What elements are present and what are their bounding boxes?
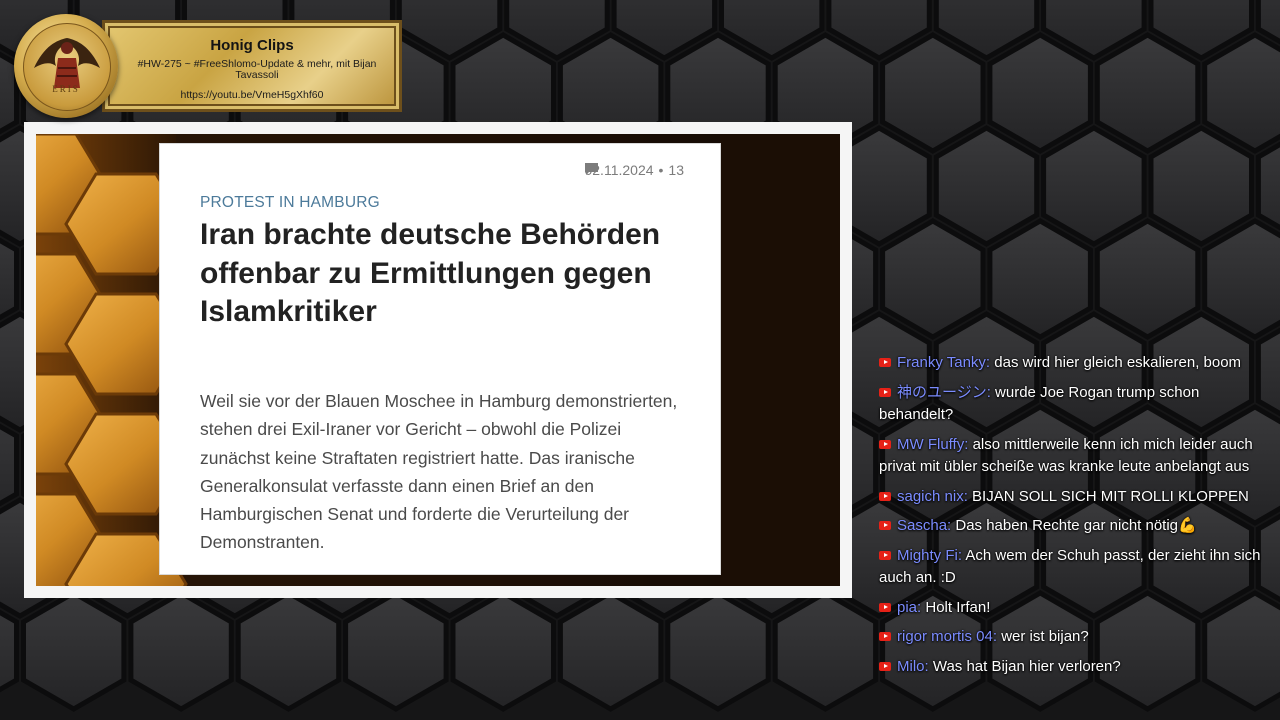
chat-username: rigor mortis 04: (897, 628, 998, 645)
chat-username: pia: (897, 598, 922, 616)
live-chat: Franky Tanky: das wird hier gleich eskal… (879, 352, 1271, 685)
chat-text: das wird hier gleich eskalieren, boom (994, 354, 1242, 371)
youtube-icon (879, 550, 891, 560)
chat-username: 神のユージン: (897, 383, 991, 401)
youtube-icon (879, 387, 891, 397)
youtube-icon (879, 358, 891, 367)
chat-text: Was hat Bijan hier verloren? (932, 657, 1121, 675)
channel-plaque: Honig Clips #HW-275 ~ #FreeShlomo-Update… (102, 20, 402, 112)
chat-username: Franky Tanky: (897, 354, 991, 371)
channel-logo: ERIS (14, 14, 118, 118)
youtube-icon (879, 491, 891, 501)
chat-message: Mighty Fi: Ach wem der Schuh passt, der … (879, 545, 1271, 590)
comment-count[interactable]: 13 (668, 162, 684, 178)
chat-username: Milo: (897, 657, 929, 675)
speech-bubble-icon[interactable] (584, 162, 599, 176)
article-screenshot-frame: 02.11.2024 • 13 PROTEST IN HAMBURG Iran … (24, 122, 852, 598)
chat-message: pia: Holt Irfan! (879, 597, 1271, 620)
youtube-icon (879, 632, 891, 641)
article-meta: 02.11.2024 • 13 (584, 162, 684, 178)
episode-title: #HW-275 ~ #FreeShlomo-Update & mehr, mit… (137, 58, 377, 81)
chat-username: MW Fluffy: (897, 435, 969, 453)
channel-banner: Honig Clips #HW-275 ~ #FreeShlomo-Update… (14, 14, 404, 118)
chat-text: Holt Irfan! (925, 598, 991, 616)
chat-message: rigor mortis 04: wer ist bijan? (879, 626, 1271, 649)
chat-text: Das haben Rechte gar nicht nötig💪 (955, 517, 1197, 534)
logo-text: ERIS (52, 84, 80, 94)
article-screenshot: 02.11.2024 • 13 PROTEST IN HAMBURG Iran … (36, 134, 840, 586)
article-lead: Weil sie vor der Blauen Moschee in Hambu… (200, 391, 678, 553)
chat-message: Franky Tanky: das wird hier gleich eskal… (879, 352, 1271, 375)
chat-username: sagich nix: (897, 487, 968, 505)
chat-text: wer ist bijan? (1001, 628, 1089, 645)
news-article-card: 02.11.2024 • 13 PROTEST IN HAMBURG Iran … (160, 144, 720, 574)
chat-message: Sascha: Das haben Rechte gar nicht nötig… (879, 515, 1271, 538)
article-kicker: PROTEST IN HAMBURG (200, 194, 380, 211)
youtube-icon (879, 521, 891, 530)
chat-username: Sascha: (897, 517, 952, 534)
article-headline[interactable]: Iran brachte deutsche Behörden offenbar … (200, 216, 670, 332)
channel-name: Honig Clips (210, 37, 294, 54)
chat-message: 神のユージン: wurde Joe Rogan trump schon beha… (879, 382, 1271, 427)
chat-message: sagich nix: BIJAN SOLL SICH MIT ROLLI KL… (879, 486, 1271, 509)
chat-message: Milo: Was hat Bijan hier verloren? (879, 656, 1271, 679)
youtube-icon (879, 439, 891, 449)
video-url: https://youtu.be/VmeH5gXhf60 (180, 89, 324, 101)
youtube-icon (879, 602, 891, 612)
youtube-icon (879, 661, 891, 671)
chat-message: MW Fluffy: also mittlerweile kenn ich mi… (879, 434, 1271, 479)
meta-separator: • (658, 162, 664, 178)
chat-text: BIJAN SOLL SICH MIT ROLLI KLOPPEN (972, 487, 1249, 505)
chat-username: Mighty Fi: (897, 546, 963, 564)
